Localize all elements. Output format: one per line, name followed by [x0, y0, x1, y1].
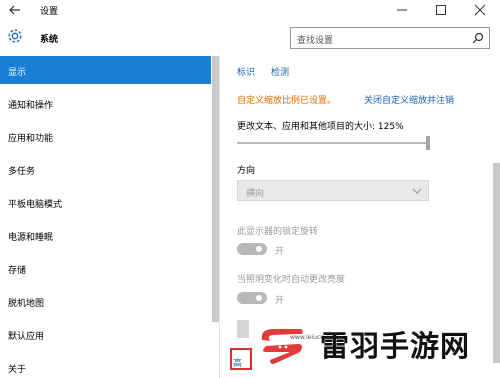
sidebar-item-apps[interactable]: 应用和功能	[0, 122, 211, 150]
watermark: www.leiucn.com 雷羽手游网	[250, 318, 500, 378]
maximize-icon	[436, 5, 446, 15]
identify-link[interactable]: 标识	[237, 65, 255, 78]
size-slider-thumb[interactable]	[426, 136, 430, 150]
watermark-logo-icon	[261, 329, 303, 364]
sidebar-item-label: 多任务	[8, 167, 36, 177]
sidebar: 显示 通知和操作 应用和功能 多任务 平板电脑模式 电源和睡眠 存储 脱机地图 …	[0, 56, 213, 378]
sidebar-item-label: 显示	[8, 68, 27, 78]
size-label: 更改文本、应用和其他项目的大小: 125%	[237, 122, 404, 132]
back-button[interactable]	[6, 2, 24, 18]
lock-rotation-state: 开	[275, 247, 285, 257]
sidebar-item-storage[interactable]: 存储	[0, 254, 211, 282]
sidebar-item-about[interactable]: 关于	[0, 353, 211, 378]
turn-off-custom-scale-link[interactable]: 关闭自定义缩放并注销	[364, 93, 454, 106]
sidebar-item-multitasking[interactable]: 多任务	[0, 155, 211, 183]
toggle-knob	[256, 295, 262, 301]
title-bar: 设置	[0, 0, 500, 20]
search-placeholder: 查找设置	[297, 36, 334, 46]
chevron-down-icon	[412, 188, 422, 194]
sidebar-item-tablet-mode[interactable]: 平板电脑模式	[0, 188, 211, 216]
sidebar-item-label: 存储	[8, 266, 27, 276]
search-input[interactable]: 查找设置	[290, 27, 490, 49]
sidebar-item-label: 关于	[8, 365, 27, 375]
section-title: 系统	[40, 35, 59, 45]
sidebar-item-default-apps[interactable]: 默认应用	[0, 320, 211, 348]
minimize-button[interactable]	[382, 0, 422, 20]
lock-rotation-label: 此显示器的锁定旋转	[237, 227, 319, 237]
minimize-icon	[397, 9, 407, 11]
sidebar-item-label: 默认应用	[8, 332, 45, 342]
close-button[interactable]	[460, 0, 500, 20]
search-icon	[472, 32, 484, 44]
gear-icon	[8, 29, 22, 43]
sidebar-item-offline-maps[interactable]: 脱机地图	[0, 287, 211, 315]
orientation-value: 横向	[246, 189, 265, 199]
auto-brightness-label: 当照明变化时自动更改亮度	[237, 275, 346, 285]
sidebar-item-label: 脱机地图	[8, 299, 45, 309]
apply-button[interactable]	[237, 320, 249, 338]
settings-header: 系统 查找设置	[0, 20, 500, 56]
close-icon	[474, 4, 486, 16]
custom-scale-notice: 自定义缩放比例已设置。	[237, 96, 337, 106]
sidebar-item-notifications[interactable]: 通知和操作	[0, 89, 211, 117]
sidebar-item-label: 电源和睡眠	[8, 233, 54, 243]
sidebar-item-display[interactable]: 显示	[0, 56, 211, 84]
sidebar-scrollbar[interactable]	[212, 56, 219, 322]
sidebar-item-power-sleep[interactable]: 电源和睡眠	[0, 221, 211, 249]
orientation-label: 方向	[237, 166, 256, 176]
sidebar-item-label: 应用和功能	[8, 134, 54, 144]
lock-rotation-toggle[interactable]	[237, 243, 267, 255]
orientation-select[interactable]: 横向	[237, 180, 429, 201]
sidebar-item-label: 平板电脑模式	[8, 200, 63, 210]
toggle-knob	[256, 246, 262, 252]
auto-brightness-toggle[interactable]	[237, 292, 267, 304]
auto-brightness-state: 开	[275, 296, 285, 306]
arrow-left-icon	[9, 5, 20, 15]
sidebar-item-label: 通知和操作	[8, 101, 54, 111]
advanced-display-settings-link[interactable]: 高	[233, 356, 242, 369]
window-title: 设置	[40, 7, 59, 17]
watermark-name: 雷羽手游网	[320, 329, 471, 363]
detect-link[interactable]: 检测	[271, 65, 289, 78]
size-slider[interactable]	[237, 142, 427, 144]
maximize-button[interactable]	[421, 0, 461, 20]
